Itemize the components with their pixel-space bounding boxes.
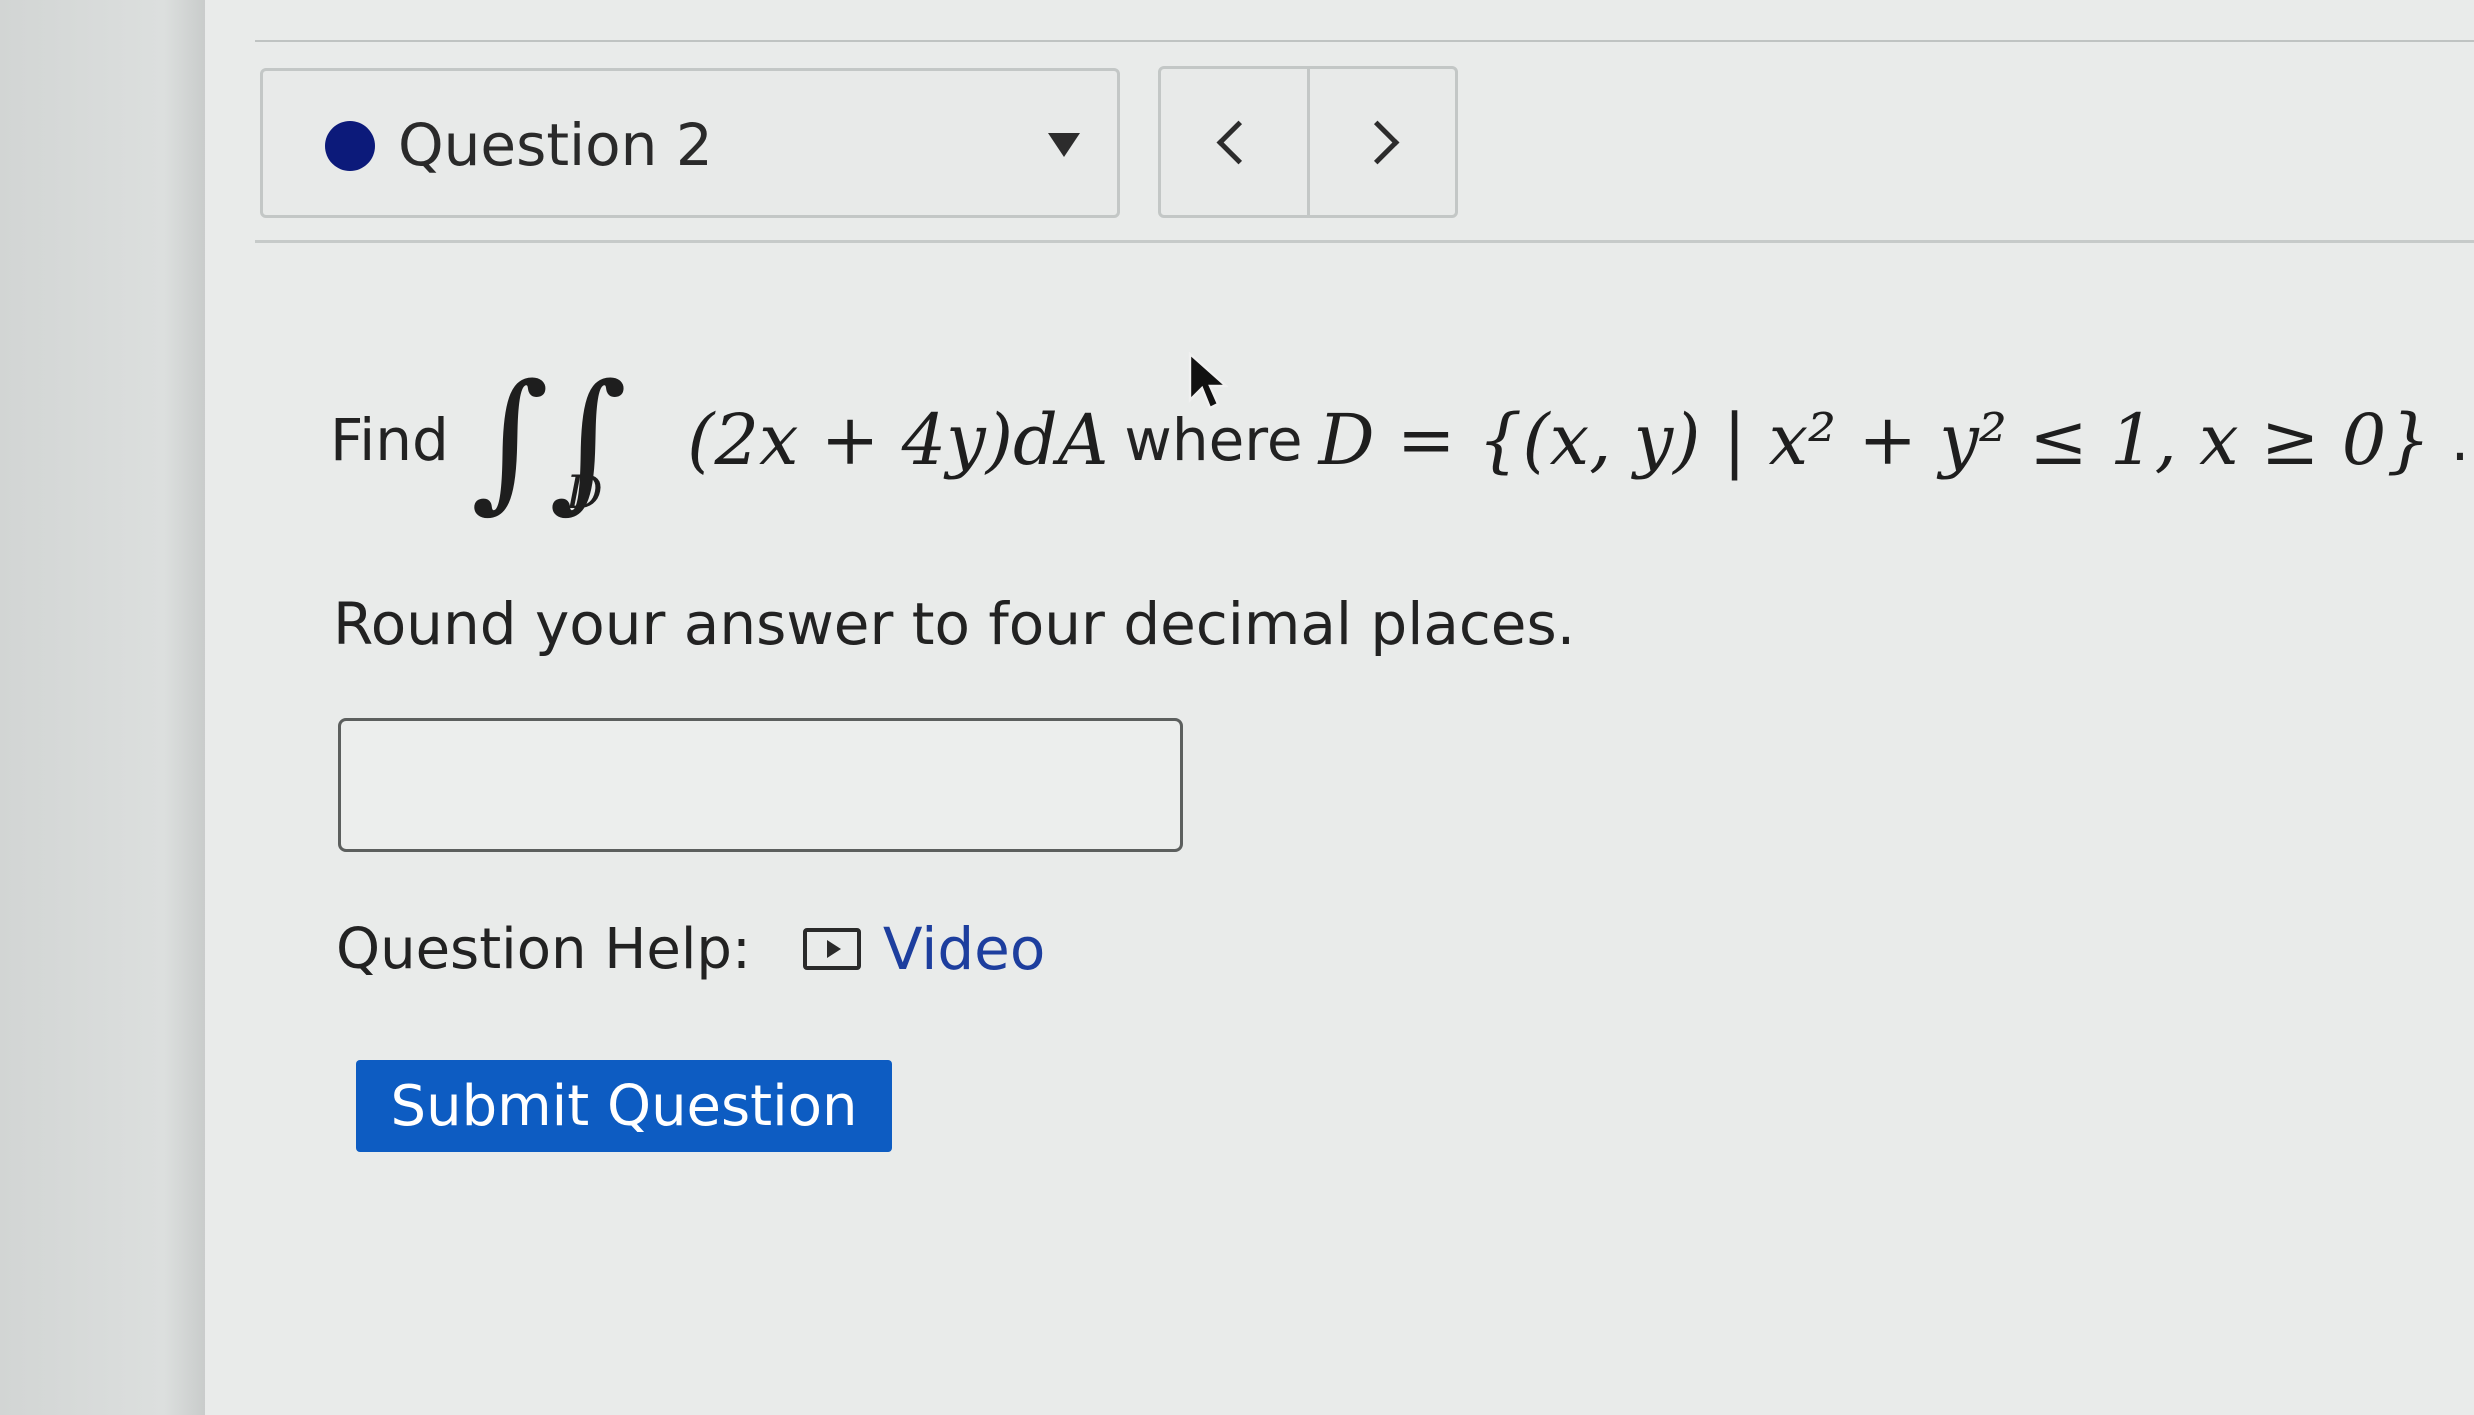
instructions-text: Round your answer to four decimal places… xyxy=(333,590,1576,658)
top-divider xyxy=(255,40,2474,42)
integrand: (2x + 4y)dA xyxy=(687,399,1109,481)
question-label: Question 2 xyxy=(398,111,713,179)
region-definition: D = {(x, y) | x² + y² ≤ 1, x ≥ 0} xyxy=(1318,399,2431,481)
chevron-left-icon xyxy=(1216,120,1261,164)
integral-subscript: D xyxy=(565,465,603,519)
find-label: Find xyxy=(330,406,449,474)
question-help-label: Question Help: xyxy=(336,916,751,982)
question-help: Question Help: Video xyxy=(336,915,1045,983)
mouse-cursor-icon xyxy=(1188,352,1228,410)
question-nav xyxy=(1158,66,1458,218)
integral-sign: ∫∫ D xyxy=(470,353,628,527)
caret-down-icon xyxy=(1048,133,1080,157)
left-gutter xyxy=(0,0,205,1415)
page: Question 2 Find ∫∫ D (2x + 4y)dA where D … xyxy=(0,0,2474,1415)
next-question-button[interactable] xyxy=(1310,69,1456,215)
header-divider xyxy=(255,240,2474,243)
video-link-label: Video xyxy=(882,915,1046,983)
where-label: where xyxy=(1124,406,1303,474)
chevron-right-icon xyxy=(1355,120,1400,164)
end-punctuation: . xyxy=(2450,406,2470,474)
status-dot-icon xyxy=(325,121,375,171)
video-help-link[interactable]: Video xyxy=(802,915,1046,983)
previous-question-button[interactable] xyxy=(1161,69,1310,215)
play-video-icon xyxy=(802,928,861,970)
answer-input[interactable] xyxy=(338,718,1183,852)
question-selector[interactable]: Question 2 xyxy=(260,68,1120,218)
submit-question-button[interactable]: Submit Question xyxy=(356,1060,892,1152)
problem-statement: Find ∫∫ D (2x + 4y)dA where D = {(x, y) |… xyxy=(330,350,2469,530)
double-integral: ∫∫ D xyxy=(471,365,627,515)
